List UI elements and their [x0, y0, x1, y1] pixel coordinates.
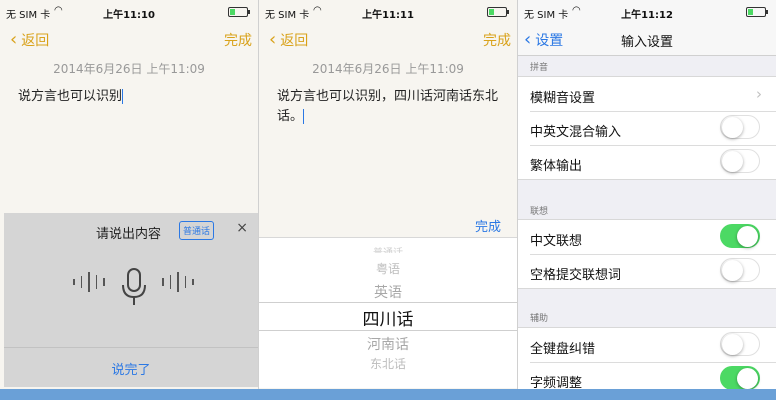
- nav-bar: ‹ 返回 完成: [259, 22, 517, 56]
- row-label: 中英文混合输入: [530, 125, 622, 140]
- toggle-space-commit[interactable]: [720, 258, 760, 282]
- status-bar: 无 SIM 卡 ◠ 上午11:12: [518, 0, 776, 22]
- toggle-knob: [721, 259, 743, 281]
- section-header-pinyin: 拼音: [530, 63, 549, 73]
- chevron-left-icon: ‹: [269, 29, 277, 50]
- dialect-picker[interactable]: 普通话 粤语 英语 四川话 河南话 东北话: [259, 238, 517, 388]
- clock: 上午11:11: [362, 10, 414, 21]
- back-button[interactable]: ‹ 返回: [269, 30, 308, 50]
- clock: 上午11:10: [103, 10, 155, 21]
- back-label: 返回: [280, 33, 309, 49]
- microphone-icon[interactable]: [119, 267, 149, 307]
- note-date: 2014年6月26日 上午11:09: [53, 62, 205, 76]
- status-bar: 无 SIM 卡 ◠ 上午11:11: [259, 0, 517, 22]
- picker-option[interactable]: 英语: [259, 282, 517, 302]
- settings-group-assist: 全键盘纠错 字频调整: [518, 327, 776, 396]
- picker-selection-line: [259, 302, 517, 303]
- row-label: 模糊音设置: [530, 91, 596, 106]
- row-label: 繁体输出: [530, 159, 583, 174]
- picker-option[interactable]: 东北话: [259, 355, 517, 372]
- toggle-knob: [721, 116, 743, 138]
- text-cursor: [122, 89, 124, 104]
- clock: 上午11:12: [621, 10, 673, 21]
- page-title: 输入设置: [620, 35, 673, 50]
- back-button[interactable]: ‹ 返回: [10, 30, 49, 50]
- toggle-knob: [721, 333, 743, 355]
- battery-icon: [746, 7, 768, 17]
- toggle-keyboard-correction[interactable]: [720, 332, 760, 356]
- bottom-band: [0, 389, 776, 400]
- row-fuzzy-pinyin[interactable]: 模糊音设置 ›: [518, 77, 776, 111]
- waveform-left-icon: [70, 271, 108, 292]
- toggle-traditional-output[interactable]: [720, 149, 760, 173]
- notes-voice-screen: 无 SIM 卡 ◠ 上午11:10 ‹ 返回 完成 2014年6月26日 上午11…: [0, 0, 258, 400]
- finish-speaking-button[interactable]: 说完了: [4, 359, 258, 378]
- toggle-knob: [737, 225, 758, 247]
- nav-bar: ‹ 设置 输入设置: [518, 22, 776, 56]
- note-body[interactable]: 说方言也可以识别: [18, 87, 244, 107]
- close-icon[interactable]: ×: [236, 220, 248, 236]
- section-header-association: 联想: [530, 207, 549, 217]
- battery-icon: [487, 7, 509, 17]
- toggle-frequency-adjust[interactable]: [720, 366, 760, 390]
- toggle-knob: [737, 367, 758, 389]
- done-button[interactable]: 完成: [483, 30, 511, 50]
- note-text: 说方言也可以识别，四川话河南话东北话。: [277, 89, 499, 124]
- section-header-assist: 辅助: [530, 314, 549, 324]
- row-chinese-association: 中文联想: [518, 220, 776, 254]
- toggle-knob: [721, 150, 743, 172]
- picker-option[interactable]: 普通话: [259, 244, 517, 253]
- language-badge[interactable]: 普通话: [179, 221, 215, 240]
- row-keyboard-correction: 全键盘纠错: [518, 328, 776, 362]
- toggle-chinese-association[interactable]: [720, 224, 760, 248]
- row-label: 空格提交联想词: [530, 268, 622, 283]
- battery-icon: [228, 7, 250, 17]
- picker-toolbar: 完成: [259, 212, 517, 238]
- row-space-commit: 空格提交联想词: [518, 254, 776, 288]
- back-label: 返回: [21, 33, 50, 49]
- picker-option[interactable]: 河南话: [259, 334, 517, 354]
- divider: [4, 347, 258, 348]
- note-text: 说方言也可以识别: [18, 89, 123, 104]
- picker-done-button[interactable]: 完成: [475, 216, 501, 235]
- picker-option-selected[interactable]: 四川话: [259, 305, 517, 330]
- note-date: 2014年6月26日 上午11:09: [312, 62, 464, 76]
- input-settings-screen: 无 SIM 卡 ◠ 上午11:12 ‹ 设置 输入设置 拼音 模糊音设置 › 中英…: [518, 0, 776, 400]
- voice-prompt: 请说出内容: [96, 227, 162, 242]
- text-cursor: [303, 109, 305, 124]
- row-traditional-output: 繁体输出: [518, 145, 776, 179]
- settings-group-pinyin: 模糊音设置 › 中英文混合输入 繁体输出: [518, 76, 776, 180]
- row-mixed-input: 中英文混合输入: [518, 111, 776, 145]
- picker-option[interactable]: 粤语: [259, 260, 517, 277]
- notes-dialect-screen: 无 SIM 卡 ◠ 上午11:11 ‹ 返回 完成 2014年6月26日 上午11…: [259, 0, 517, 400]
- nav-bar: ‹ 返回 完成: [0, 22, 258, 56]
- row-label: 全键盘纠错: [530, 342, 596, 357]
- voice-input-panel: 请说出内容 普通话 × 说完了: [4, 213, 258, 387]
- chevron-left-icon: ‹: [10, 29, 18, 50]
- row-label: 中文联想: [530, 234, 583, 249]
- chevron-right-icon: ›: [756, 85, 762, 103]
- status-bar: 无 SIM 卡 ◠ 上午11:10: [0, 0, 258, 22]
- waveform-right-icon: [159, 271, 197, 292]
- note-body[interactable]: 说方言也可以识别，四川话河南话东北话。: [277, 87, 503, 127]
- picker-selection-line: [259, 330, 517, 331]
- toggle-mixed-input[interactable]: [720, 115, 760, 139]
- settings-group-association: 中文联想 空格提交联想词: [518, 219, 776, 289]
- done-button[interactable]: 完成: [224, 30, 252, 50]
